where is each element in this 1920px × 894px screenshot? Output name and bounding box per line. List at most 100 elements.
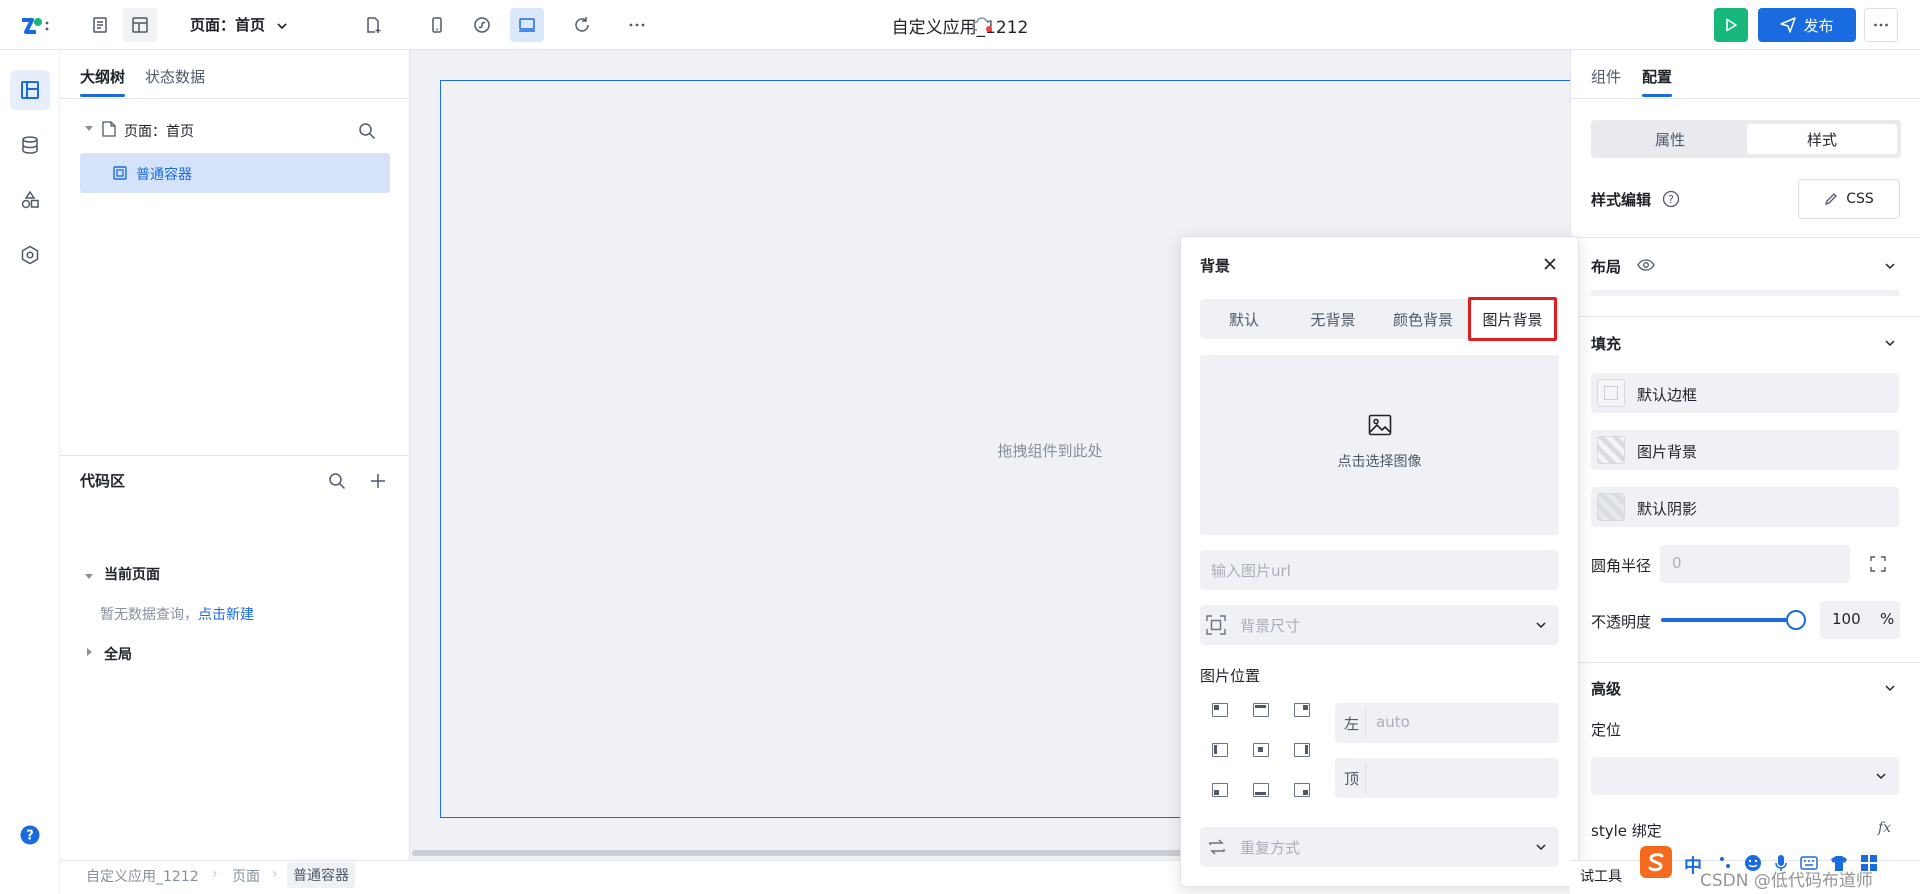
desktop-preview-button[interactable] bbox=[510, 8, 544, 42]
repeat-select[interactable]: 重复方式 bbox=[1200, 827, 1559, 867]
page-file-icon bbox=[102, 121, 116, 137]
database-icon bbox=[22, 136, 38, 154]
layout-collapsed-strip bbox=[1591, 290, 1899, 296]
breadcrumb-current[interactable]: 普通容器 bbox=[287, 862, 355, 888]
position-bottom-left[interactable] bbox=[1212, 783, 1228, 797]
caret-down-icon[interactable] bbox=[85, 572, 93, 580]
fill-border-row[interactable]: 默认边框 bbox=[1591, 373, 1899, 413]
global-group[interactable]: 全局 bbox=[104, 644, 132, 664]
caret-right-icon[interactable] bbox=[85, 648, 93, 656]
breadcrumb-separator: › bbox=[212, 866, 218, 882]
fx-icon[interactable]: fx bbox=[1878, 820, 1891, 836]
position-top-right[interactable] bbox=[1294, 703, 1310, 717]
more-button[interactable] bbox=[1864, 8, 1898, 42]
position-left-input[interactable]: 左 auto bbox=[1335, 703, 1559, 743]
segment-style[interactable]: 样式 bbox=[1747, 124, 1897, 154]
css-button[interactable]: CSS bbox=[1798, 179, 1900, 219]
publish-button[interactable]: 发布 bbox=[1758, 8, 1856, 42]
close-icon[interactable] bbox=[1543, 257, 1557, 271]
image-url-input[interactable]: 输入图片url bbox=[1200, 550, 1559, 590]
tools-label[interactable]: 试工具 bbox=[1580, 866, 1622, 886]
repeat-icon bbox=[1207, 837, 1227, 857]
file-add-icon bbox=[367, 17, 381, 33]
opacity-slider-thumb[interactable] bbox=[1786, 610, 1806, 630]
chevron-down-icon bbox=[1875, 770, 1887, 782]
popover-title: 背景 bbox=[1200, 257, 1231, 275]
chevron-down-icon[interactable] bbox=[1884, 337, 1896, 349]
miniapp-preview-button[interactable] bbox=[465, 8, 499, 42]
search-icon[interactable] bbox=[358, 122, 376, 140]
page-select[interactable]: 页面：首页 bbox=[190, 14, 288, 35]
ellipsis-icon bbox=[629, 23, 645, 27]
radius-input[interactable]: 0 bbox=[1660, 545, 1850, 583]
position-top-input[interactable]: 顶 bbox=[1335, 758, 1559, 798]
fill-image-row[interactable]: 图片背景 bbox=[1591, 430, 1899, 470]
position-center[interactable] bbox=[1253, 743, 1269, 757]
send-icon bbox=[1780, 17, 1797, 33]
rail-components-button[interactable] bbox=[10, 180, 50, 220]
run-button[interactable] bbox=[1714, 8, 1748, 42]
layout-view-button[interactable] bbox=[123, 8, 157, 42]
divider bbox=[60, 98, 410, 99]
chevron-down-icon[interactable] bbox=[1884, 682, 1896, 694]
tab-components[interactable]: 组件 bbox=[1591, 66, 1621, 87]
eye-icon[interactable] bbox=[1637, 258, 1655, 272]
background-size-select[interactable]: 背景尺寸 bbox=[1200, 605, 1559, 645]
cloud-sync-icon[interactable] bbox=[972, 16, 994, 34]
tab-state-data[interactable]: 状态数据 bbox=[145, 66, 205, 87]
search-icon[interactable] bbox=[328, 472, 346, 490]
mobile-preview-button[interactable] bbox=[420, 8, 454, 42]
position-bottom-center[interactable] bbox=[1253, 783, 1269, 797]
tab-bg-image[interactable]: 图片背景 bbox=[1468, 297, 1557, 341]
position-middle-left[interactable] bbox=[1212, 743, 1228, 757]
position-grid bbox=[1212, 703, 1312, 803]
help-icon[interactable]: ? bbox=[20, 825, 40, 845]
input-divider bbox=[1365, 707, 1366, 739]
tab-bg-color[interactable]: 颜色背景 bbox=[1378, 299, 1468, 339]
more-tools-button[interactable] bbox=[620, 8, 654, 42]
image-picker[interactable]: 点击选择图像 bbox=[1200, 355, 1559, 535]
svg-text:?: ? bbox=[1668, 193, 1674, 206]
divider bbox=[1570, 316, 1920, 317]
create-query-link[interactable]: 点击新建 bbox=[198, 607, 254, 623]
breadcrumb-app[interactable]: 自定义应用_1212 bbox=[86, 866, 199, 886]
outline-view-button[interactable] bbox=[83, 8, 117, 42]
caret-down-icon[interactable] bbox=[85, 124, 93, 132]
property-style-switch: 属性 样式 bbox=[1591, 120, 1901, 158]
position-select[interactable] bbox=[1591, 757, 1899, 795]
tab-bg-none[interactable]: 无背景 bbox=[1288, 299, 1378, 339]
tree-node-selected[interactable]: 普通容器 bbox=[80, 153, 390, 193]
opacity-slider-fill bbox=[1661, 618, 1796, 622]
rail-data-button[interactable] bbox=[10, 125, 50, 165]
fill-shadow-row[interactable]: 默认阴影 bbox=[1591, 487, 1899, 527]
image-swatch bbox=[1597, 436, 1625, 464]
plus-icon[interactable] bbox=[370, 473, 386, 489]
chevron-down-icon[interactable] bbox=[1884, 260, 1896, 272]
opacity-slider[interactable] bbox=[1661, 610, 1806, 630]
tab-config[interactable]: 配置 bbox=[1642, 66, 1673, 97]
current-page-group[interactable]: 当前页面 bbox=[104, 564, 160, 584]
rail-settings-button[interactable] bbox=[10, 235, 50, 275]
left-panel: 大纲树 状态数据 页面：首页 普通容器 代码区 当前页面 暂无数据查询，点击新建… bbox=[60, 50, 410, 860]
expand-icon[interactable] bbox=[1870, 556, 1886, 572]
position-bottom-right[interactable] bbox=[1294, 783, 1310, 797]
add-page-button[interactable] bbox=[356, 8, 390, 42]
breadcrumb-page[interactable]: 页面 bbox=[232, 866, 260, 886]
css-button-label: CSS bbox=[1846, 191, 1874, 207]
segment-properties[interactable]: 属性 bbox=[1595, 124, 1745, 154]
position-middle-right[interactable] bbox=[1294, 743, 1310, 757]
refresh-button[interactable] bbox=[565, 8, 599, 42]
help-circle-icon[interactable]: ? bbox=[1662, 190, 1680, 208]
rail-outline-button[interactable] bbox=[10, 70, 50, 110]
settings-icon bbox=[21, 245, 39, 265]
position-top-center[interactable] bbox=[1253, 703, 1269, 717]
tab-outline-tree[interactable]: 大纲树 bbox=[80, 66, 126, 97]
tab-bg-default[interactable]: 默认 bbox=[1200, 299, 1288, 339]
layout-icon bbox=[132, 17, 148, 33]
position-top-left[interactable] bbox=[1212, 703, 1228, 717]
tree-root-page[interactable]: 页面：首页 bbox=[124, 121, 194, 141]
app-logo-icon[interactable] bbox=[18, 14, 50, 38]
opacity-input[interactable]: 100 % bbox=[1820, 601, 1900, 639]
sogou-logo-icon[interactable] bbox=[1640, 846, 1672, 878]
layout-icon bbox=[21, 81, 39, 99]
